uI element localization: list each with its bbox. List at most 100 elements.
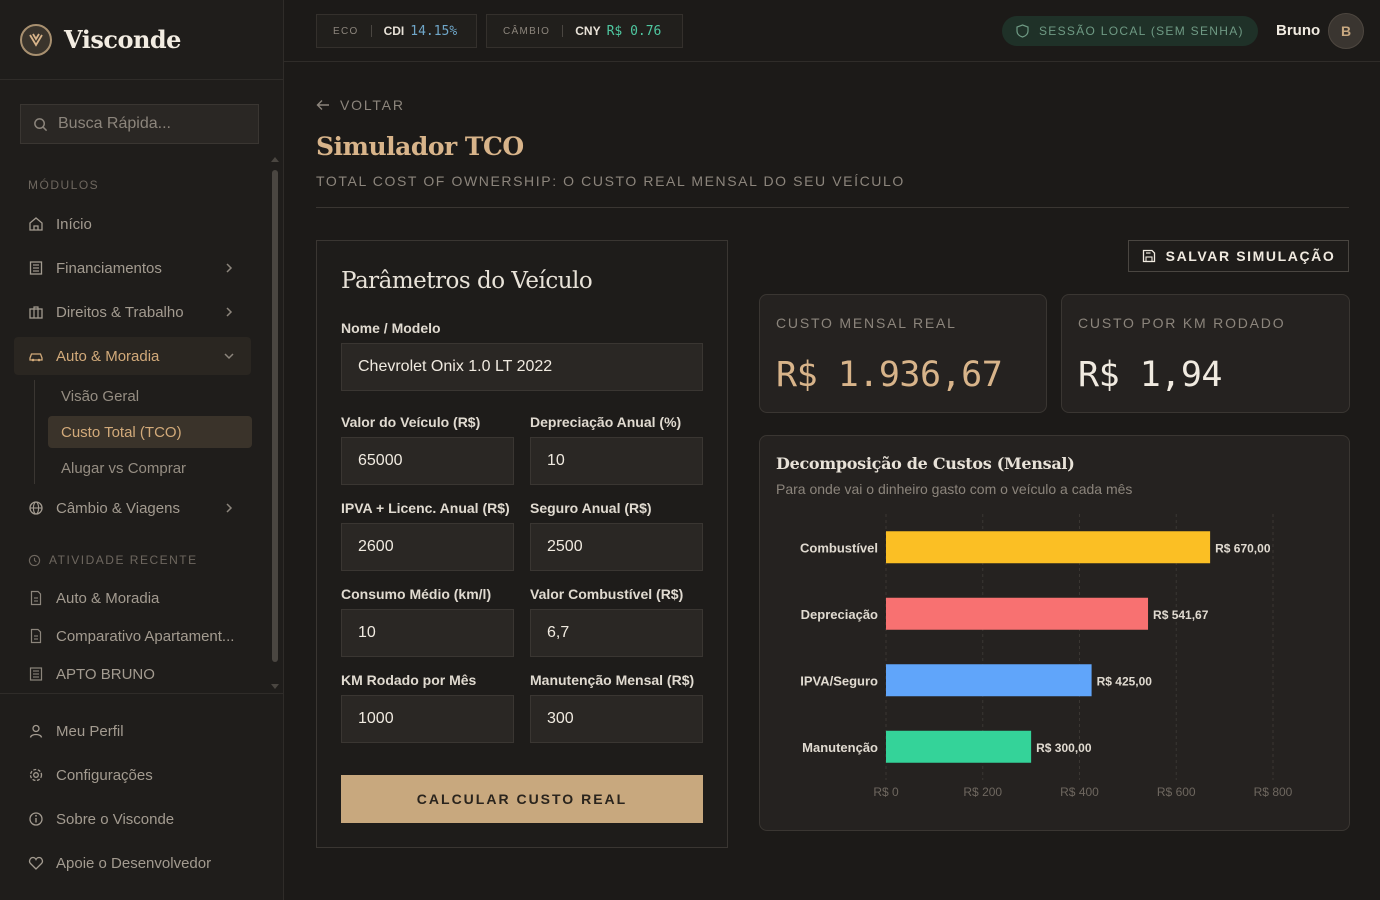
category-label: Combustível [800, 540, 878, 555]
session-badge: SESSÃO LOCAL (SEM SENHA) [1002, 16, 1258, 46]
sidebar-item-inicio[interactable]: Início [14, 205, 251, 243]
footer-item-configuracoes[interactable]: Configurações [14, 756, 251, 794]
sub-item-custo-total[interactable]: Custo Total (TCO) [48, 416, 252, 448]
search-icon [34, 117, 48, 131]
footer-item-label: Meu Perfil [56, 722, 124, 740]
cost-bar-chart: R$ 0 R$ 200 R$ 400 R$ 600 R$ 800 Combustível R… [800, 514, 1293, 799]
gear-icon [28, 767, 44, 783]
car-icon [28, 348, 44, 364]
shield-icon [1016, 24, 1029, 38]
document-icon [28, 628, 44, 644]
user-name[interactable]: Bruno [1276, 22, 1320, 39]
footer-item-label: Configurações [56, 766, 153, 784]
brand[interactable]: Visconde [0, 0, 283, 80]
params-panel: Parâmetros do Veículo Nome / Modelo Chev… [316, 240, 728, 848]
clock-icon [28, 554, 41, 566]
search-input[interactable]: Busca Rápida... [20, 104, 259, 144]
fx-label: CÂMBIO [503, 25, 551, 37]
params-title: Parâmetros do Veículo [341, 268, 593, 294]
consumption-field[interactable]: 10 [341, 609, 514, 657]
scroll-down-icon [271, 684, 279, 689]
footer-item-perfil[interactable]: Meu Perfil [14, 712, 251, 750]
x-tick-label: R$ 800 [1254, 785, 1293, 799]
km-month-field[interactable]: 1000 [341, 695, 514, 743]
chevron-right-icon [223, 501, 235, 518]
eco-ticker[interactable]: ECO CDI 14.15% [316, 14, 477, 48]
x-tick-label: R$ 0 [873, 785, 899, 799]
sidebar-divider [0, 693, 283, 694]
field-label: Valor Combustível (R$) [530, 586, 684, 602]
modules-label: MÓDULOS [28, 178, 100, 192]
sidebar-item-label: Financiamentos [56, 259, 162, 277]
heart-icon [28, 855, 44, 871]
briefcase-icon [28, 304, 44, 320]
sidebar-item-label: Direitos & Trabalho [56, 303, 184, 321]
home-icon [28, 216, 44, 232]
divider [316, 207, 1349, 208]
save-icon [1142, 249, 1156, 263]
maintenance-field[interactable]: 300 [530, 695, 703, 743]
x-tick-label: R$ 400 [1060, 785, 1099, 799]
sidebar-item-label: Auto & Moradia [56, 347, 160, 365]
user-icon [28, 723, 44, 739]
topbar: ECO CDI 14.15% CÂMBIO CNY R$ 0.76 SESSÃO… [284, 0, 1380, 62]
save-simulation-button[interactable]: SALVAR SIMULAÇÃO [1128, 240, 1349, 272]
sub-item-visao-geral[interactable]: Visão Geral [48, 380, 252, 412]
eco-value: 14.15% [410, 23, 458, 39]
info-icon [28, 811, 44, 827]
eco-code: CDI [383, 24, 405, 38]
chevron-right-icon [223, 305, 235, 322]
sidebar-item-label: Câmbio & Viagens [56, 499, 180, 517]
x-tick-label: R$ 200 [963, 785, 1002, 799]
scrollbar-thumb[interactable] [272, 170, 278, 662]
field-label: Valor do Veículo (R$) [341, 414, 481, 430]
fuel-price-field[interactable]: 6,7 [530, 609, 703, 657]
bar [886, 597, 1149, 630]
sidebar-item-financiamentos[interactable]: Financiamentos [14, 249, 251, 287]
recent-item-label: Auto & Moradia [56, 589, 160, 607]
field-label: Seguro Anual (R$) [530, 500, 652, 516]
eco-label: ECO [333, 25, 359, 37]
x-tick-label: R$ 600 [1157, 785, 1196, 799]
kpi-value: R$ 1,94 [1078, 355, 1223, 395]
sidebar-item-direitos[interactable]: Direitos & Trabalho [14, 293, 251, 331]
footer-item-label: Sobre o Visconde [56, 810, 175, 828]
sidebar: Visconde Busca Rápida... MÓDULOS Início … [0, 0, 284, 900]
bar [886, 730, 1032, 763]
chevron-down-icon [223, 349, 235, 366]
footer-item-sobre[interactable]: Sobre o Visconde [14, 800, 251, 838]
recent-item[interactable]: Auto & Moradia [14, 579, 251, 617]
fx-value: R$ 0.76 [606, 23, 662, 39]
calculate-button[interactable]: CALCULAR CUSTO REAL [341, 775, 703, 823]
footer-item-apoie[interactable]: Apoie o Desenvolvedor [14, 844, 251, 882]
bar [886, 531, 1211, 564]
submenu-line [34, 380, 35, 484]
sub-item-alugar-comprar[interactable]: Alugar vs Comprar [48, 452, 252, 484]
back-link[interactable]: VOLTAR [316, 97, 405, 113]
bar [886, 664, 1092, 697]
sidebar-item-auto-moradia[interactable]: Auto & Moradia [14, 337, 251, 375]
insurance-field[interactable]: 2500 [530, 523, 703, 571]
fx-ticker[interactable]: CÂMBIO CNY R$ 0.76 [486, 14, 683, 48]
vehicle-value-field[interactable]: 65000 [341, 437, 514, 485]
kpi-monthly-cost: CUSTO MENSAL REAL R$ 1.936,67 [759, 294, 1047, 413]
ipva-field[interactable]: 2600 [341, 523, 514, 571]
category-label: IPVA/Seguro [800, 673, 878, 688]
recent-item-label: APTO BRUNO [56, 665, 155, 683]
data-label: R$ 425,00 [1097, 674, 1153, 688]
building-icon [28, 260, 44, 276]
model-name-field[interactable]: Chevrolet Onix 1.0 LT 2022 [341, 343, 703, 391]
cost-chart-card: Decomposição de Custos (Mensal) Para ond… [759, 435, 1350, 831]
field-label: Manutenção Mensal (R$) [530, 672, 695, 688]
kpi-value: R$ 1.936,67 [776, 355, 1003, 395]
field-label: IPVA + Licenc. Anual (R$) [341, 500, 510, 516]
data-label: R$ 300,00 [1036, 741, 1092, 755]
data-label: R$ 541,67 [1153, 608, 1209, 622]
depreciation-field[interactable]: 10 [530, 437, 703, 485]
recent-item[interactable]: APTO BRUNO [14, 655, 251, 693]
field-label: KM Rodado por Mês [341, 672, 477, 688]
avatar[interactable]: B [1328, 13, 1364, 49]
sidebar-item-cambio[interactable]: Câmbio & Viagens [14, 489, 251, 527]
recent-item[interactable]: Comparativo Apartament... [14, 617, 251, 655]
name-label: Nome / Modelo [341, 320, 441, 336]
